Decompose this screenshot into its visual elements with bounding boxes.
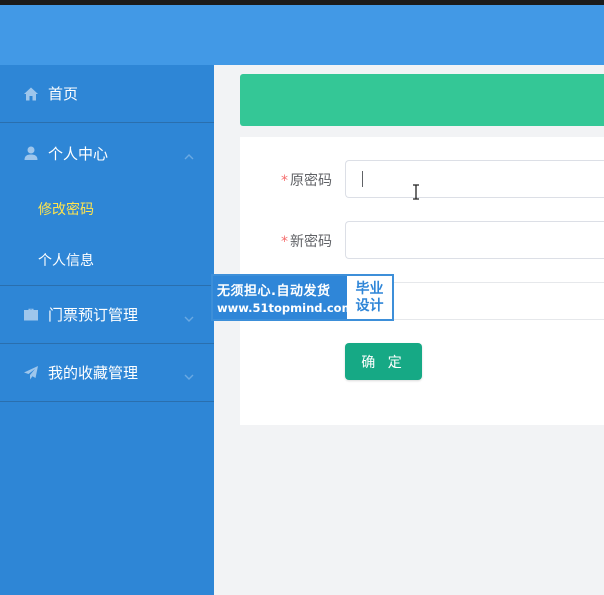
- sidebar-subitem-personal-info[interactable]: 个人信息: [0, 234, 214, 285]
- top-header: [0, 5, 604, 65]
- required-mark: *: [281, 234, 288, 250]
- old-password-input[interactable]: [345, 160, 604, 198]
- chevron-down-icon: [184, 368, 194, 380]
- sidebar-item-home[interactable]: 首页: [0, 65, 214, 123]
- chevron-up-icon: [184, 148, 194, 160]
- sidebar-item-personal-center[interactable]: 个人中心: [0, 123, 214, 183]
- watermark-text: 毕业: [355, 280, 384, 297]
- new-password-input[interactable]: [345, 221, 604, 259]
- sidebar-item-label: 个人中心: [48, 144, 109, 163]
- watermark-right: 毕业 设计: [347, 276, 392, 319]
- watermark-left: 无须担心.自动发货 www.51topmind.com: [213, 276, 354, 319]
- text-cursor-icon: [412, 184, 420, 200]
- sidebar: 首页 个人中心 修改密码 个人信息 门票预订管理 我的收藏管理: [0, 65, 214, 595]
- watermark-url: www.51topmind.com: [217, 301, 354, 315]
- text-caret: [362, 171, 363, 187]
- paper-plane-icon: [22, 364, 40, 382]
- watermark-text: 设计: [355, 297, 384, 314]
- user-icon: [22, 144, 40, 162]
- sidebar-item-label: 我的收藏管理: [48, 364, 139, 382]
- sidebar-item-label: 首页: [48, 85, 79, 103]
- watermark-overlay: 无须担心.自动发货 www.51topmind.com 毕业 设计: [211, 274, 394, 321]
- sidebar-item-favorites[interactable]: 我的收藏管理: [0, 344, 214, 402]
- page-banner: [240, 74, 604, 126]
- submenu-personal-center: 修改密码 个人信息: [0, 183, 214, 286]
- confirm-button[interactable]: 确 定: [345, 343, 422, 380]
- watermark-slogan: 无须担心.自动发货: [217, 284, 331, 299]
- sidebar-subitem-change-password[interactable]: 修改密码: [0, 183, 214, 234]
- new-password-label: * 新密码: [281, 234, 332, 250]
- old-password-label: * 原密码: [281, 173, 332, 189]
- sidebar-item-ticket-booking[interactable]: 门票预订管理: [0, 286, 214, 344]
- home-icon: [22, 85, 40, 103]
- briefcase-icon: [22, 306, 40, 324]
- required-mark: *: [281, 173, 288, 189]
- sidebar-item-label: 门票预订管理: [48, 306, 139, 324]
- chevron-down-icon: [184, 310, 194, 322]
